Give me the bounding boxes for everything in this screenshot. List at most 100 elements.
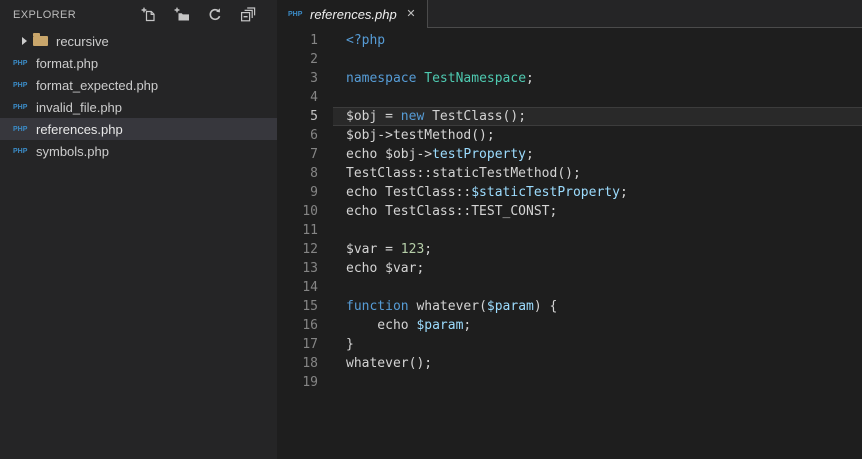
code-line-3[interactable]: 3 namespace TestNamespace; bbox=[277, 69, 862, 88]
code-line-15[interactable]: 15 function whatever($param) { bbox=[277, 297, 862, 316]
code-line-7[interactable]: 7 echo $obj->testProperty; bbox=[277, 145, 862, 164]
code-token: 123 bbox=[400, 242, 425, 257]
php-file-icon: PHP bbox=[13, 59, 28, 67]
line-content bbox=[333, 373, 862, 392]
code-line-17[interactable]: 17} bbox=[277, 335, 862, 354]
code-line-18[interactable]: 18 whatever(); bbox=[277, 354, 862, 373]
tree-item-symbols-php[interactable]: PHP symbols.php bbox=[0, 140, 277, 162]
collapse-all-button[interactable] bbox=[239, 6, 257, 24]
close-icon: ✕ bbox=[406, 7, 416, 20]
php-file-icon: PHP bbox=[13, 81, 28, 89]
code-token: $param bbox=[486, 299, 534, 314]
line-number[interactable]: 7 bbox=[277, 145, 333, 164]
code-line-5[interactable]: 5 $obj = new TestClass(); bbox=[277, 107, 862, 126]
line-number[interactable]: 3 bbox=[277, 69, 333, 88]
tab-bar-empty-space bbox=[428, 0, 862, 28]
chevron-right-icon bbox=[22, 37, 27, 45]
tree-item-label: format_expected.php bbox=[36, 77, 159, 93]
code-token: echo $var; bbox=[346, 261, 425, 276]
tree-item-invalid-file-php[interactable]: PHP invalid_file.php bbox=[0, 96, 277, 118]
code-token: $staticTestProperty bbox=[471, 185, 620, 200]
tree-item-format-php[interactable]: PHP format.php bbox=[0, 52, 277, 74]
new-file-button[interactable] bbox=[140, 6, 158, 24]
code-line-11[interactable]: 11 bbox=[277, 221, 862, 240]
code-token: echo TestClass::TEST_CONST; bbox=[346, 204, 558, 219]
tree-item-label: recursive bbox=[56, 33, 109, 49]
code-token: } bbox=[346, 337, 354, 352]
line-number[interactable]: 10 bbox=[277, 202, 333, 221]
code-line-6[interactable]: 6 $obj->testMethod(); bbox=[277, 126, 862, 145]
code-line-19[interactable]: 19 bbox=[277, 373, 862, 392]
code-line-16[interactable]: 16 echo $param; bbox=[277, 316, 862, 335]
code-line-14[interactable]: 14 bbox=[277, 278, 862, 297]
tree-item-recursive[interactable]: recursive bbox=[0, 30, 277, 52]
code-editor[interactable]: 1 <?php 2 3 namespace TestNamespace; 4 5 $obj =… bbox=[277, 28, 862, 459]
new-folder-icon bbox=[174, 7, 190, 23]
code-line-13[interactable]: 13 echo $var; bbox=[277, 259, 862, 278]
line-number[interactable]: 12 bbox=[277, 240, 333, 259]
line-number[interactable]: 5 bbox=[277, 107, 333, 126]
code-token: $param bbox=[416, 318, 464, 333]
line-number[interactable]: 17 bbox=[277, 335, 333, 354]
line-content: whatever(); bbox=[333, 354, 862, 373]
tree-item-label: references.php bbox=[36, 121, 123, 137]
line-content: $obj = new TestClass(); bbox=[333, 107, 862, 126]
php-file-icon: PHP bbox=[13, 103, 28, 111]
tab-references-php[interactable]: PHP references.php ✕ bbox=[277, 0, 428, 28]
line-number[interactable]: 6 bbox=[277, 126, 333, 145]
tab-close-button[interactable]: ✕ bbox=[403, 6, 419, 22]
tab-bar: PHP references.php ✕ bbox=[277, 0, 862, 28]
code-token: ; bbox=[526, 71, 534, 86]
line-content: function whatever($param) { bbox=[333, 297, 862, 316]
line-number[interactable]: 4 bbox=[277, 88, 333, 107]
code-line-10[interactable]: 10 echo TestClass::TEST_CONST; bbox=[277, 202, 862, 221]
refresh-button[interactable] bbox=[206, 6, 224, 24]
vscode-window: EXPLORER recursive PHP format.php PHP format… bbox=[0, 0, 862, 459]
new-file-icon bbox=[141, 7, 157, 23]
new-folder-button[interactable] bbox=[173, 6, 191, 24]
file-tree: recursive PHP format.php PHP format_expected… bbox=[0, 30, 277, 162]
line-number[interactable]: 16 bbox=[277, 316, 333, 335]
line-number[interactable]: 15 bbox=[277, 297, 333, 316]
tree-item-references-php[interactable]: PHP references.php bbox=[0, 118, 277, 140]
tree-item-format-expected-php[interactable]: PHP format_expected.php bbox=[0, 74, 277, 96]
code-line-8[interactable]: 8 TestClass::staticTestMethod(); bbox=[277, 164, 862, 183]
code-line-12[interactable]: 12 $var = 123; bbox=[277, 240, 862, 259]
explorer-sidebar: EXPLORER recursive PHP format.php PHP format… bbox=[0, 0, 277, 459]
line-number[interactable]: 9 bbox=[277, 183, 333, 202]
line-number[interactable]: 1 bbox=[277, 31, 333, 50]
code-token: $obj->testMethod(); bbox=[346, 128, 495, 143]
code-line-2[interactable]: 2 bbox=[277, 50, 862, 69]
line-content: echo TestClass::TEST_CONST; bbox=[333, 202, 862, 221]
line-content: $obj->testMethod(); bbox=[333, 126, 862, 145]
tab-label: references.php bbox=[310, 6, 397, 22]
refresh-icon bbox=[207, 7, 223, 23]
line-content: TestClass::staticTestMethod(); bbox=[333, 164, 862, 183]
tree-item-label: invalid_file.php bbox=[36, 99, 123, 115]
line-content: echo $param; bbox=[333, 316, 862, 335]
line-content: echo TestClass::$staticTestProperty; bbox=[333, 183, 862, 202]
code-token: ; bbox=[526, 147, 534, 162]
line-content: <?php bbox=[333, 31, 862, 50]
line-content bbox=[333, 50, 862, 69]
code-line-1[interactable]: 1 <?php bbox=[277, 31, 862, 50]
line-number[interactable]: 11 bbox=[277, 221, 333, 240]
code-line-4[interactable]: 4 bbox=[277, 88, 862, 107]
code-token: TestNamespace bbox=[424, 71, 527, 86]
line-number[interactable]: 19 bbox=[277, 373, 333, 392]
line-number[interactable]: 18 bbox=[277, 354, 333, 373]
line-number[interactable]: 14 bbox=[277, 278, 333, 297]
line-number[interactable]: 13 bbox=[277, 259, 333, 278]
line-number[interactable]: 2 bbox=[277, 50, 333, 69]
code-token: echo TestClass:: bbox=[346, 185, 472, 200]
line-content: namespace TestNamespace; bbox=[333, 69, 862, 88]
code-token: testProperty bbox=[432, 147, 527, 162]
line-content bbox=[333, 278, 862, 297]
code-token: TestClass(); bbox=[424, 109, 527, 124]
code-line-9[interactable]: 9 echo TestClass::$staticTestProperty; bbox=[277, 183, 862, 202]
code-token: ; bbox=[424, 242, 433, 257]
line-content: } bbox=[333, 335, 862, 354]
line-content: $var = 123; bbox=[333, 240, 862, 259]
line-number[interactable]: 8 bbox=[277, 164, 333, 183]
code-token: whatever(); bbox=[346, 356, 433, 371]
